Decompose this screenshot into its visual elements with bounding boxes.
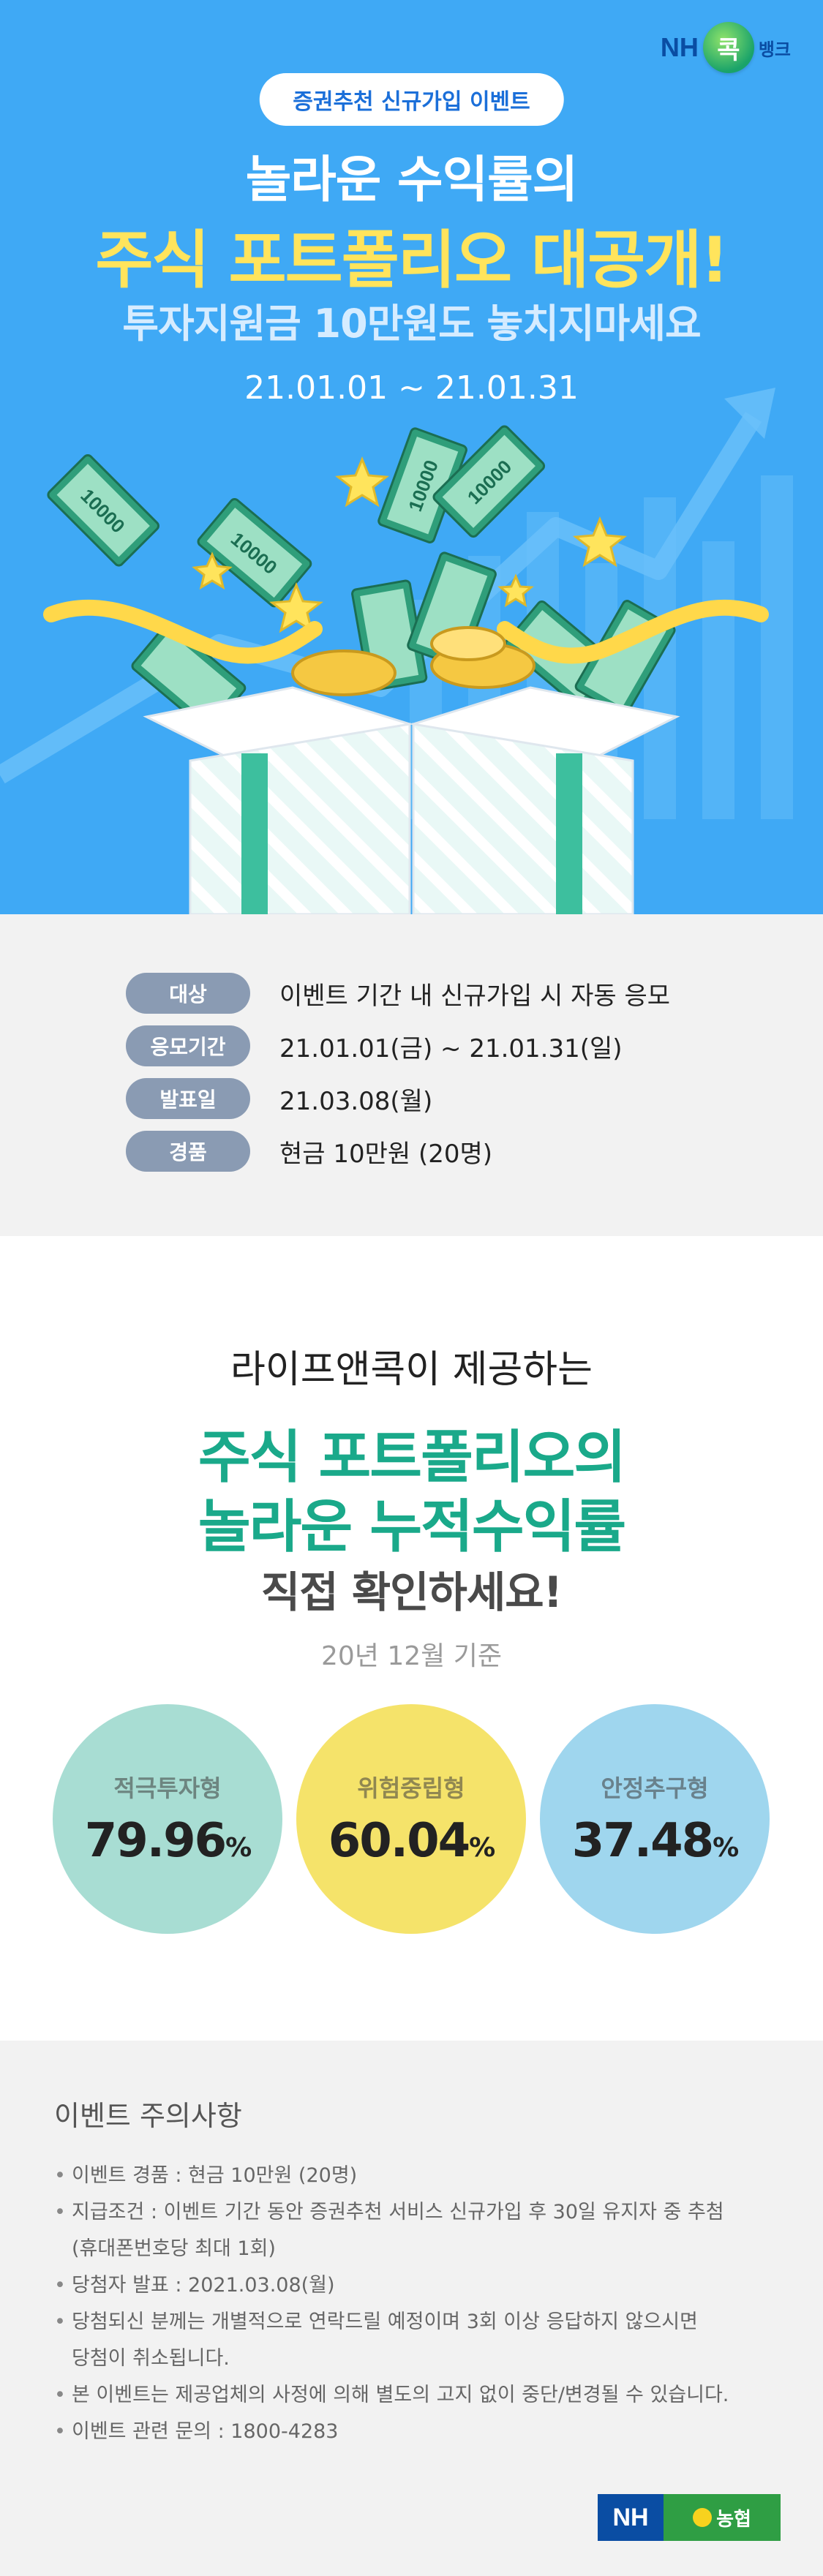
info-value: 21.01.01(금) ~ 21.01.31(일) <box>279 1033 623 1063</box>
notes-item-continued: 당첨이 취소됩니다. <box>72 2347 230 2370</box>
logo-kok-mark: 콕 <box>702 22 754 73</box>
hero-banner: NH 콕 뱅크 증권추천 신규가입 이벤트 놀라운 수익률의 주식 포트폴리오 … <box>0 0 823 914</box>
info-tag: 응모기간 <box>126 1025 250 1066</box>
notes-title: 이벤트 주의사항 <box>54 2100 242 2132</box>
notes-item: 지급조건 : 이벤트 기간 동안 증권추천 서비스 신규가입 후 30일 유지자… <box>54 2194 786 2231</box>
info-row-period: 응모기간 21.01.01(금) ~ 21.01.31(일) <box>126 1025 623 1066</box>
circle-value: 79.96% <box>84 1814 252 1868</box>
nh-kokbank-logo: NH 콕 뱅크 <box>661 22 791 73</box>
return-circle-neutral: 위험중립형 60.04% <box>296 1704 526 1934</box>
gift-box-money-illustration: 10000 10000 10000 10000 <box>43 425 769 914</box>
notes-item: 이벤트 관련 문의 : 1800-4283 <box>54 2414 786 2450</box>
portfolio-subtitle: 라이프앤콕이 제공하는 <box>230 1348 593 1392</box>
info-tag: 대상 <box>126 973 250 1014</box>
notes-item: 당첨되신 분께는 개별적으로 연락드릴 예정이며 3회 이상 응답하지 않으시면 <box>54 2304 786 2340</box>
notes-item: 이벤트 경품 : 현금 10만원 (20명) <box>54 2158 786 2194</box>
return-circle-stable: 안정추구형 37.48% <box>540 1704 770 1934</box>
circle-label: 위험중립형 <box>357 1774 465 1802</box>
headline-line-3: 투자지원금 10만원도 놓치지마세요 <box>122 301 701 347</box>
logo-nh-text: NH <box>660 32 699 62</box>
nonghyup-mark-icon <box>693 2508 713 2527</box>
event-category-pill: 증권추천 신규가입 이벤트 <box>259 73 564 126</box>
circle-label: 적극투자형 <box>113 1774 222 1802</box>
event-info-section: 대상 이벤트 기간 내 신규가입 시 자동 응모 응모기간 21.01.01(금… <box>0 914 823 1236</box>
info-row-target: 대상 이벤트 기간 내 신규가입 시 자동 응모 <box>126 973 670 1014</box>
notes-item: 당첨자 발표 : 2021.03.08(월) <box>54 2267 786 2304</box>
portfolio-heading-2: 놀라운 누적수익률 <box>198 1494 626 1560</box>
event-period: 21.01.01 ~ 21.01.31 <box>244 369 579 407</box>
portfolio-section: 라이프앤콕이 제공하는 주식 포트폴리오의 놀라운 누적수익률 직접 확인하세요… <box>0 1236 823 2041</box>
circle-value: 60.04% <box>328 1814 496 1868</box>
portfolio-base-date: 20년 12월 기준 <box>321 1641 502 1671</box>
circle-value: 37.48% <box>571 1814 740 1868</box>
info-row-announce: 발표일 21.03.08(월) <box>126 1078 432 1119</box>
info-tag: 경품 <box>126 1131 250 1172</box>
info-tag: 발표일 <box>126 1078 250 1119</box>
event-notes-section: 이벤트 주의사항 이벤트 경품 : 현금 10만원 (20명) 지급조건 : 이… <box>0 2041 823 2576</box>
portfolio-heading-3: 직접 확인하세요! <box>260 1567 563 1617</box>
logo-nonghyup: 농협 <box>664 2494 781 2541</box>
nh-nonghyup-logo: NH 농협 <box>598 2494 781 2541</box>
logo-nh-text: NH <box>598 2494 664 2541</box>
circle-label: 안정추구형 <box>601 1774 709 1802</box>
info-value: 이벤트 기간 내 신규가입 시 자동 응모 <box>279 981 671 1011</box>
notes-item-continued: (휴대폰번호당 최대 1회) <box>72 2237 276 2260</box>
notes-item: 본 이벤트는 제공업체의 사정에 의해 별도의 고지 없이 중단/변경될 수 있… <box>54 2377 786 2414</box>
info-value: 21.03.08(월) <box>279 1086 433 1116</box>
info-row-prize: 경품 현금 10만원 (20명) <box>126 1131 492 1172</box>
notes-list: 이벤트 경품 : 현금 10만원 (20명) 지급조건 : 이벤트 기간 동안 … <box>54 2158 786 2450</box>
return-circle-aggressive: 적극투자형 79.96% <box>53 1704 282 1934</box>
logo-bank-text: 뱅크 <box>758 39 791 60</box>
info-value: 현금 10만원 (20명) <box>279 1139 493 1169</box>
headline-line-1: 놀라운 수익률의 <box>245 151 579 209</box>
headline-line-2: 주식 포트폴리오 대공개! <box>95 224 729 297</box>
